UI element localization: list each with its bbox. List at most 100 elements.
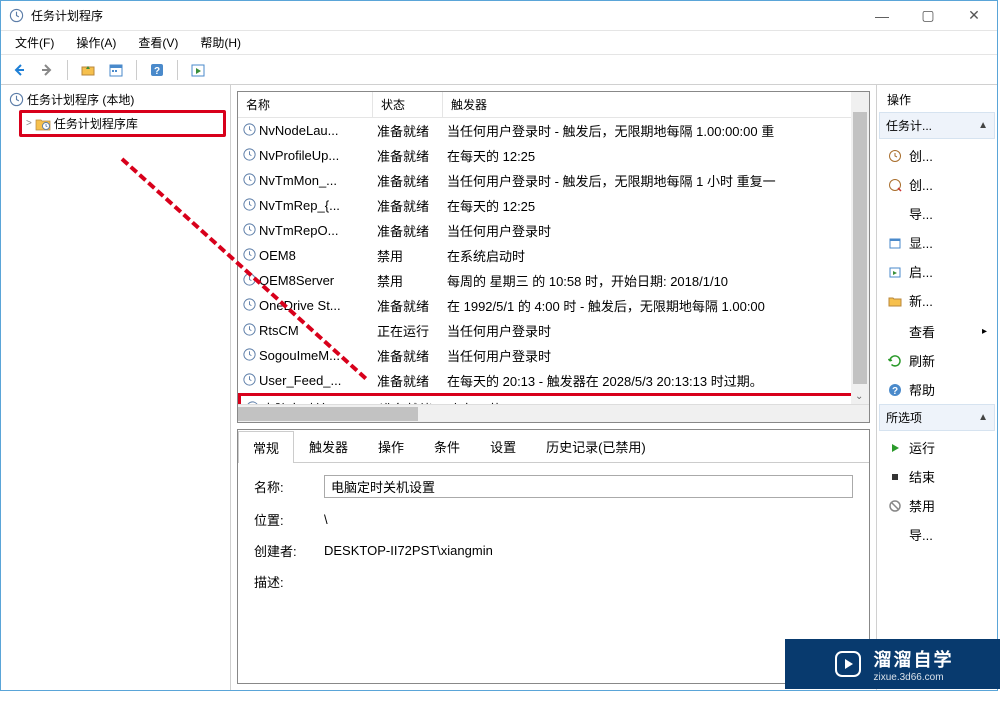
tree-root-label: 任务计划程序 (本地) xyxy=(27,91,134,108)
action-item[interactable]: 新... xyxy=(879,286,995,315)
tab-settings[interactable]: 设置 xyxy=(475,430,531,462)
task-row[interactable]: NvProfileUp...准备就绪在每天的 12:25 xyxy=(238,143,869,168)
action-item[interactable]: 导... xyxy=(879,520,995,549)
task-name: NvTmRepO... xyxy=(259,223,338,238)
nav-back-button[interactable] xyxy=(7,58,31,82)
menu-file[interactable]: 文件(F) xyxy=(11,32,58,53)
task-row[interactable]: RtsCM正在运行当任何用户登录时 xyxy=(238,318,869,343)
form-location-label: 位置: xyxy=(254,510,314,529)
action-item[interactable]: 禁用 xyxy=(879,491,995,520)
menu-view[interactable]: 查看(V) xyxy=(134,32,182,53)
task-status: 准备就绪 xyxy=(377,221,447,240)
actions-panel-title: 操作 xyxy=(879,87,995,112)
tab-actions[interactable]: 操作 xyxy=(363,430,419,462)
task-row[interactable]: OEM8Server禁用每周的 星期三 的 10:58 时，开始日期: 2018… xyxy=(238,268,869,293)
task-row[interactable]: NvTmRep_{...准备就绪在每天的 12:25 xyxy=(238,193,869,218)
create-task-icon xyxy=(887,177,903,193)
task-trigger: 在每天的 12:25 xyxy=(447,146,865,165)
tool-help-icon[interactable]: ? xyxy=(145,58,169,82)
task-row[interactable]: OneDrive St...准备就绪在 1992/5/1 的 4:00 时 - … xyxy=(238,293,869,318)
task-list: 名称 状态 触发器 NvNodeLau...准备就绪当任何用户登录时 - 触发后… xyxy=(237,91,870,423)
action-view[interactable]: 查看 ▸ xyxy=(879,317,995,346)
watermark-sub-text: zixue.3d66.com xyxy=(874,672,954,683)
task-name: NvNodeLau... xyxy=(259,123,339,138)
form-location-value: \ xyxy=(324,512,328,527)
col-name[interactable]: 名称 xyxy=(238,92,373,117)
task-row[interactable]: 电脑定时关...准备就绪在每天的 23:59 xyxy=(238,393,869,404)
task-trigger: 当任何用户登录时 xyxy=(447,346,865,365)
tool-run-icon[interactable] xyxy=(186,58,210,82)
menu-help[interactable]: 帮助(H) xyxy=(196,32,245,53)
actions-section-selected[interactable]: 所选项▲ xyxy=(879,404,995,431)
watermark-main-text: 溜溜自学 xyxy=(874,646,954,672)
action-item[interactable]: 运行 xyxy=(879,433,995,462)
vertical-scrollbar[interactable]: ⌄ xyxy=(851,92,869,404)
task-status: 准备就绪 xyxy=(377,146,447,165)
task-status: 准备就绪 xyxy=(377,171,447,190)
form-creator-label: 创建者: xyxy=(254,541,314,560)
task-row[interactable]: User_Feed_...准备就绪在每天的 20:13 - 触发器在 2028/… xyxy=(238,368,869,393)
nav-forward-button[interactable] xyxy=(35,58,59,82)
clock-icon xyxy=(242,247,257,265)
actions-section-library[interactable]: 任务计...▲ xyxy=(879,112,995,139)
task-name: RtsCM xyxy=(259,323,299,338)
tab-general[interactable]: 常规 xyxy=(238,431,294,463)
action-label: 创... xyxy=(909,146,933,165)
action-item[interactable]: 启... xyxy=(879,257,995,286)
task-status: 禁用 xyxy=(377,246,447,265)
toolbar: ? xyxy=(1,55,997,85)
refresh-icon xyxy=(887,353,903,369)
task-trigger: 在 1992/5/1 的 4:00 时 - 触发后，无限期地每隔 1.00:00 xyxy=(447,296,865,315)
task-row[interactable]: NvTmRepO...准备就绪当任何用户登录时 xyxy=(238,218,869,243)
enable-icon xyxy=(887,264,903,280)
tool-folder-up-icon[interactable] xyxy=(76,58,100,82)
tool-calendar-icon[interactable] xyxy=(104,58,128,82)
task-trigger: 在每天的 20:13 - 触发器在 2028/5/3 20:13:13 时过期。 xyxy=(447,371,865,390)
menu-action[interactable]: 操作(A) xyxy=(72,32,120,53)
task-row[interactable]: OEM8禁用在系统启动时 xyxy=(238,243,869,268)
tree-root-item[interactable]: 任务计划程序 (本地) xyxy=(5,89,226,110)
tab-conditions[interactable]: 条件 xyxy=(419,430,475,462)
action-label: 导... xyxy=(909,525,933,544)
task-trigger: 当任何用户登录时 xyxy=(447,321,865,340)
action-item[interactable]: 导... xyxy=(879,199,995,228)
minimize-button[interactable]: — xyxy=(859,1,905,31)
action-item[interactable]: 创... xyxy=(879,170,995,199)
end-icon xyxy=(887,469,903,485)
horizontal-scrollbar[interactable] xyxy=(238,404,869,422)
task-row[interactable]: NvTmMon_...准备就绪当任何用户登录时 - 触发后，无限期地每隔 1 小… xyxy=(238,168,869,193)
clock-icon xyxy=(242,322,257,340)
task-row[interactable]: NvNodeLau...准备就绪当任何用户登录时 - 触发后，无限期地每隔 1.… xyxy=(238,118,869,143)
close-button[interactable]: ✕ xyxy=(951,1,997,31)
titlebar: 任务计划程序 — ▢ ✕ xyxy=(1,1,997,31)
task-trigger: 在系统启动时 xyxy=(447,246,865,265)
form-name-input[interactable] xyxy=(324,475,853,498)
task-status: 准备就绪 xyxy=(377,196,447,215)
action-label: 运行 xyxy=(909,438,935,457)
disable-icon xyxy=(887,498,903,514)
action-label: 结束 xyxy=(909,467,935,486)
help-icon: ? xyxy=(887,382,903,398)
form-desc-label: 描述: xyxy=(254,572,314,591)
maximize-button[interactable]: ▢ xyxy=(905,1,951,31)
detail-tabs: 常规 触发器 操作 条件 设置 历史记录(已禁用) xyxy=(238,430,869,463)
task-name: User_Feed_... xyxy=(259,373,341,388)
col-trigger[interactable]: 触发器 xyxy=(443,92,869,117)
action-help[interactable]: ? 帮助 xyxy=(879,375,995,404)
clock-icon xyxy=(242,347,257,365)
tab-history[interactable]: 历史记录(已禁用) xyxy=(531,430,661,462)
task-trigger: 每周的 星期三 的 10:58 时，开始日期: 2018/1/10 xyxy=(447,271,865,290)
clock-icon xyxy=(242,147,257,165)
tree-library-item[interactable]: > 任务计划程序库 xyxy=(19,110,226,137)
action-item[interactable]: 结束 xyxy=(879,462,995,491)
action-item[interactable]: 显... xyxy=(879,228,995,257)
col-status[interactable]: 状态 xyxy=(373,92,443,117)
tab-triggers[interactable]: 触发器 xyxy=(294,430,363,462)
task-name: NvTmMon_... xyxy=(259,173,337,188)
action-refresh[interactable]: 刷新 xyxy=(879,346,995,375)
action-item[interactable]: 创... xyxy=(879,141,995,170)
clock-icon xyxy=(242,197,257,215)
task-name: OneDrive St... xyxy=(259,298,341,313)
svg-text:?: ? xyxy=(892,386,898,397)
export-icon xyxy=(887,527,903,543)
